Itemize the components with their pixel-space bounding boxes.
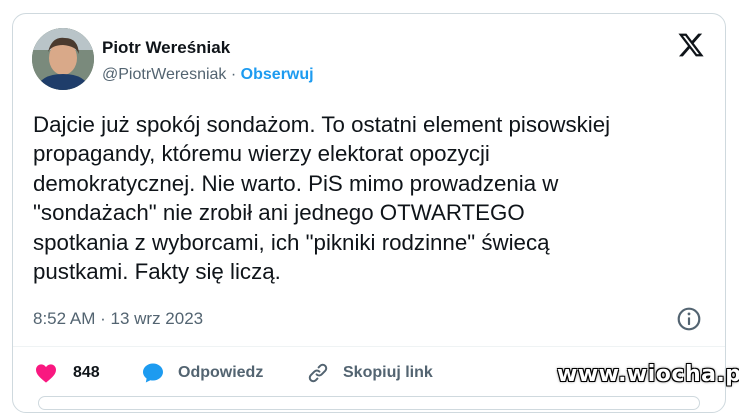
- avatar-image: [32, 28, 94, 90]
- reply-box-edge: [38, 396, 700, 410]
- like-count: 848: [73, 364, 100, 381]
- author-handle-row: @PiotrWeresniak · Obserwuj: [102, 66, 314, 84]
- tweet-line: spotkania z wyborcami, ich "pikniki rodz…: [33, 229, 550, 255]
- tweet-line: pustkami. Fakty się liczą.: [33, 259, 281, 285]
- tweet-line: demokratycznej. Nie warto. PiS mimo prow…: [33, 170, 559, 196]
- reply-bubble-icon: [143, 363, 163, 383]
- heart-icon: [36, 364, 56, 383]
- tweet-time: 8:52 AM: [33, 309, 96, 328]
- x-logo-icon[interactable]: [676, 31, 706, 59]
- tweet-timestamp[interactable]: 8:52 AM · 13 wrz 2023: [33, 309, 203, 329]
- reply-label: Odpowiedz: [178, 364, 264, 381]
- tweet-date: 13 wrz 2023: [110, 309, 204, 328]
- tweet-line: propagandy, któremu wierzy elektorat opo…: [33, 141, 490, 167]
- divider: [13, 346, 725, 347]
- tweet-line: "sondażach" nie zrobił ani jednego OTWAR…: [33, 200, 525, 226]
- avatar[interactable]: [32, 28, 94, 90]
- author-name[interactable]: Piotr Wereśniak: [102, 38, 230, 58]
- tweet-text: Dajcie już spokój sondażom. To ostatni e…: [33, 110, 713, 286]
- link-icon: [308, 363, 328, 383]
- watermark: www.wiocha.pl: [557, 362, 739, 387]
- timestamp-separator: ·: [100, 309, 106, 328]
- handle-separator: ·: [230, 66, 237, 83]
- tweet-line: Dajcie już spokój sondażom. To ostatni e…: [33, 112, 611, 137]
- author-handle[interactable]: @PiotrWeresniak: [102, 66, 226, 83]
- like-button[interactable]: 848: [33, 358, 100, 388]
- info-icon[interactable]: [676, 306, 702, 332]
- follow-button[interactable]: Obserwuj: [241, 66, 314, 83]
- copy-link-button[interactable]: Skopiuj link: [305, 358, 433, 388]
- reply-button[interactable]: Odpowiedz: [140, 358, 263, 388]
- copy-link-label: Skopiuj link: [343, 364, 433, 381]
